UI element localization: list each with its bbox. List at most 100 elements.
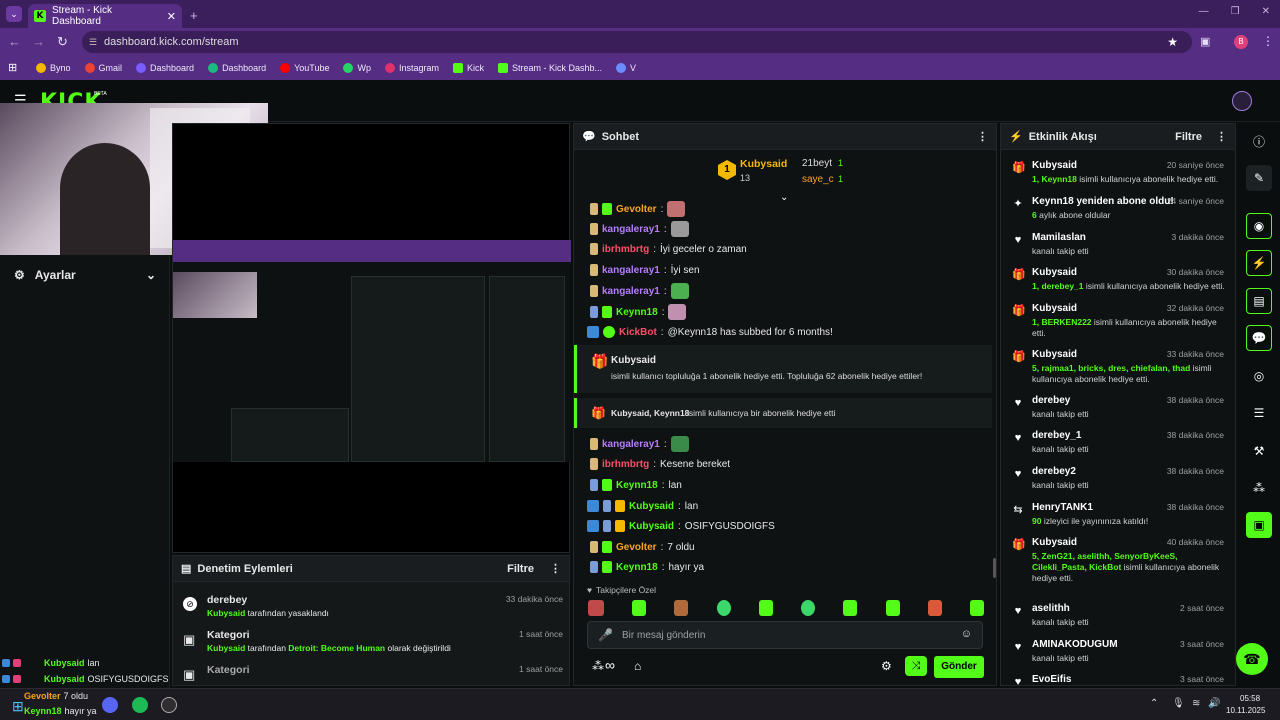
tab-search-button[interactable]: ⌄ bbox=[6, 6, 22, 22]
reload-icon[interactable]: ↻ bbox=[57, 34, 68, 50]
moderation-icon[interactable]: ▤ bbox=[1246, 288, 1272, 314]
bookmark-item[interactable]: Wp bbox=[343, 63, 371, 73]
tab-kick-dashboard[interactable]: K Stream - Kick Dashboard ✕ bbox=[28, 4, 182, 28]
bookmark-item[interactable]: Dashboard bbox=[136, 63, 194, 73]
emote-icon[interactable] bbox=[843, 600, 858, 616]
kick-app-icon[interactable]: ▣ bbox=[1246, 512, 1272, 538]
event-highlight[interactable]: 1, derebey_1 bbox=[1032, 281, 1084, 291]
chat-username[interactable]: kangaleray1 bbox=[602, 439, 660, 450]
chat-username[interactable]: Kubysaid bbox=[629, 501, 674, 512]
microphone-icon[interactable]: 🎤 bbox=[598, 628, 613, 642]
close-window-icon[interactable]: ✕ bbox=[1262, 6, 1270, 17]
event-highlight[interactable]: 5, rajmaa1, bricks, dres, chiefalan, tha… bbox=[1032, 363, 1190, 373]
clock-time[interactable]: 05:58 bbox=[1240, 694, 1260, 703]
chat-username[interactable]: Gevolter bbox=[616, 542, 657, 553]
emote-icon[interactable] bbox=[801, 600, 816, 616]
chat-username[interactable]: kangaleray1 bbox=[602, 265, 660, 276]
bookmark-item[interactable]: Instagram bbox=[384, 63, 439, 73]
layers-icon[interactable]: ☰ bbox=[1246, 400, 1272, 426]
bookmark-item[interactable]: Gmail bbox=[84, 63, 122, 73]
wifi-icon[interactable]: ≋ bbox=[1192, 698, 1200, 709]
chat-username[interactable]: kangaleray1 bbox=[602, 224, 660, 235]
forward-icon[interactable]: → bbox=[32, 34, 45, 49]
emote-icon[interactable] bbox=[674, 600, 689, 616]
microphone-icon[interactable]: 🎙 bbox=[1172, 698, 1185, 709]
second-name[interactable]: 21beyt bbox=[802, 158, 832, 169]
emote-icon[interactable] bbox=[716, 600, 731, 616]
activity-filter-button[interactable]: Filtre bbox=[1175, 131, 1202, 143]
edit-icon[interactable]: ✎ bbox=[1246, 165, 1272, 191]
extensions-icon[interactable]: ▣ bbox=[1200, 35, 1210, 48]
minimize-icon[interactable]: — bbox=[1199, 6, 1209, 17]
bookmark-item[interactable]: Dashboard bbox=[208, 63, 266, 73]
event-name[interactable]: Kubysaid bbox=[1032, 303, 1228, 314]
maximize-icon[interactable]: ❐ bbox=[1231, 6, 1240, 17]
chat-username[interactable]: Keynn18 bbox=[616, 562, 658, 573]
more-icon[interactable]: ⋮ bbox=[1216, 130, 1227, 143]
chat-username[interactable]: Keynn18 bbox=[616, 480, 658, 491]
event-name[interactable]: Kubysaid bbox=[1032, 537, 1228, 548]
moderation-filter-button[interactable]: Filtre bbox=[507, 563, 534, 575]
moderation-category[interactable]: Detroit: Become Human bbox=[288, 643, 385, 653]
chat-username[interactable]: Gevolter bbox=[616, 204, 657, 215]
chat-username[interactable]: Keynn18 bbox=[616, 307, 658, 318]
chat-username[interactable]: Kubysaid bbox=[629, 521, 674, 532]
event-name[interactable]: Kubysaid bbox=[1032, 349, 1228, 360]
kick-points-icon[interactable]: ⤨ bbox=[905, 656, 927, 676]
event-name[interactable]: derebey bbox=[1032, 395, 1228, 406]
community-icon[interactable]: ⁂ bbox=[1246, 475, 1272, 501]
obs-icon[interactable] bbox=[161, 697, 177, 713]
store-icon[interactable]: ⌂ bbox=[634, 659, 641, 673]
emote-icon[interactable] bbox=[927, 600, 942, 616]
spotify-icon[interactable] bbox=[132, 697, 148, 713]
chat-username[interactable]: ibrhmbrtg bbox=[602, 459, 649, 470]
camera-icon[interactable]: ◉ bbox=[1246, 213, 1272, 239]
chat-username[interactable]: ibrhmbrtg bbox=[602, 244, 649, 255]
moderation-actor[interactable]: Kubysaid bbox=[207, 608, 245, 618]
event-name[interactable]: AMINAKODUGUM bbox=[1032, 639, 1228, 650]
chat-username[interactable]: KickBot bbox=[619, 327, 657, 338]
chat-scrollbar[interactable] bbox=[993, 558, 996, 578]
event-name[interactable]: Mamilaslan bbox=[1032, 232, 1228, 243]
bookmark-star-icon[interactable]: ★ bbox=[1167, 31, 1178, 53]
tray-chevron-icon[interactable]: ⌃ bbox=[1150, 698, 1158, 709]
support-headset-icon[interactable]: ☎ bbox=[1236, 643, 1268, 675]
new-tab-button[interactable]: + bbox=[190, 8, 198, 23]
chat-icon[interactable]: 💬 bbox=[1246, 325, 1272, 351]
wrench-icon[interactable]: ⚒ bbox=[1246, 438, 1272, 464]
discord-icon[interactable] bbox=[102, 697, 118, 713]
gift-card-name[interactable]: Kubysaid bbox=[611, 355, 656, 366]
settings-section[interactable]: ⚙ Ayarlar ⌄ bbox=[0, 262, 170, 288]
apps-grid-icon[interactable]: ⊞ bbox=[8, 61, 17, 74]
bookmark-item[interactable]: Byno bbox=[36, 63, 71, 73]
community-icon[interactable]: ⁂ bbox=[592, 659, 604, 673]
event-name[interactable]: aselithh bbox=[1032, 603, 1228, 614]
emote-icon[interactable] bbox=[632, 600, 647, 616]
clock-date[interactable]: 10.11.2025 bbox=[1226, 706, 1265, 715]
event-highlight[interactable]: 6 bbox=[1032, 210, 1037, 220]
stream-preview-video[interactable] bbox=[173, 240, 571, 462]
user-avatar[interactable] bbox=[1232, 91, 1252, 111]
back-icon[interactable]: ← bbox=[8, 34, 21, 49]
emote-icon[interactable] bbox=[758, 600, 773, 616]
emote-icon[interactable] bbox=[969, 600, 984, 616]
site-info-icon[interactable]: ☰ bbox=[89, 31, 97, 53]
profile-avatar[interactable]: B bbox=[1234, 35, 1248, 49]
more-icon[interactable]: ⋮ bbox=[550, 562, 561, 575]
event-name[interactable]: derebey_1 bbox=[1032, 430, 1228, 441]
event-name[interactable]: Kubysaid bbox=[1032, 267, 1228, 278]
third-name[interactable]: saye_c bbox=[802, 174, 834, 185]
chat-username[interactable]: kangaleray1 bbox=[602, 286, 660, 297]
address-bar[interactable]: ☰ dashboard.kick.com/stream ★ bbox=[82, 31, 1192, 53]
emoji-icon[interactable]: ☺ bbox=[961, 628, 972, 640]
bookmark-item[interactable]: Stream - Kick Dashb... bbox=[498, 63, 602, 73]
emote-icon[interactable] bbox=[588, 600, 604, 616]
bookmark-item[interactable]: V bbox=[616, 63, 636, 73]
gift-line-names[interactable]: Kubysaid, Keynn18 bbox=[611, 408, 689, 418]
event-name[interactable]: derebey2 bbox=[1032, 466, 1228, 477]
moderation-actor[interactable]: Kubysaid bbox=[207, 643, 245, 653]
expand-chevron-icon[interactable]: ⌄ bbox=[780, 192, 788, 203]
chat-settings-gear-icon[interactable]: ⚙ bbox=[881, 659, 892, 673]
emote-icon[interactable] bbox=[885, 600, 900, 616]
bookmark-item[interactable]: YouTube bbox=[280, 63, 329, 73]
